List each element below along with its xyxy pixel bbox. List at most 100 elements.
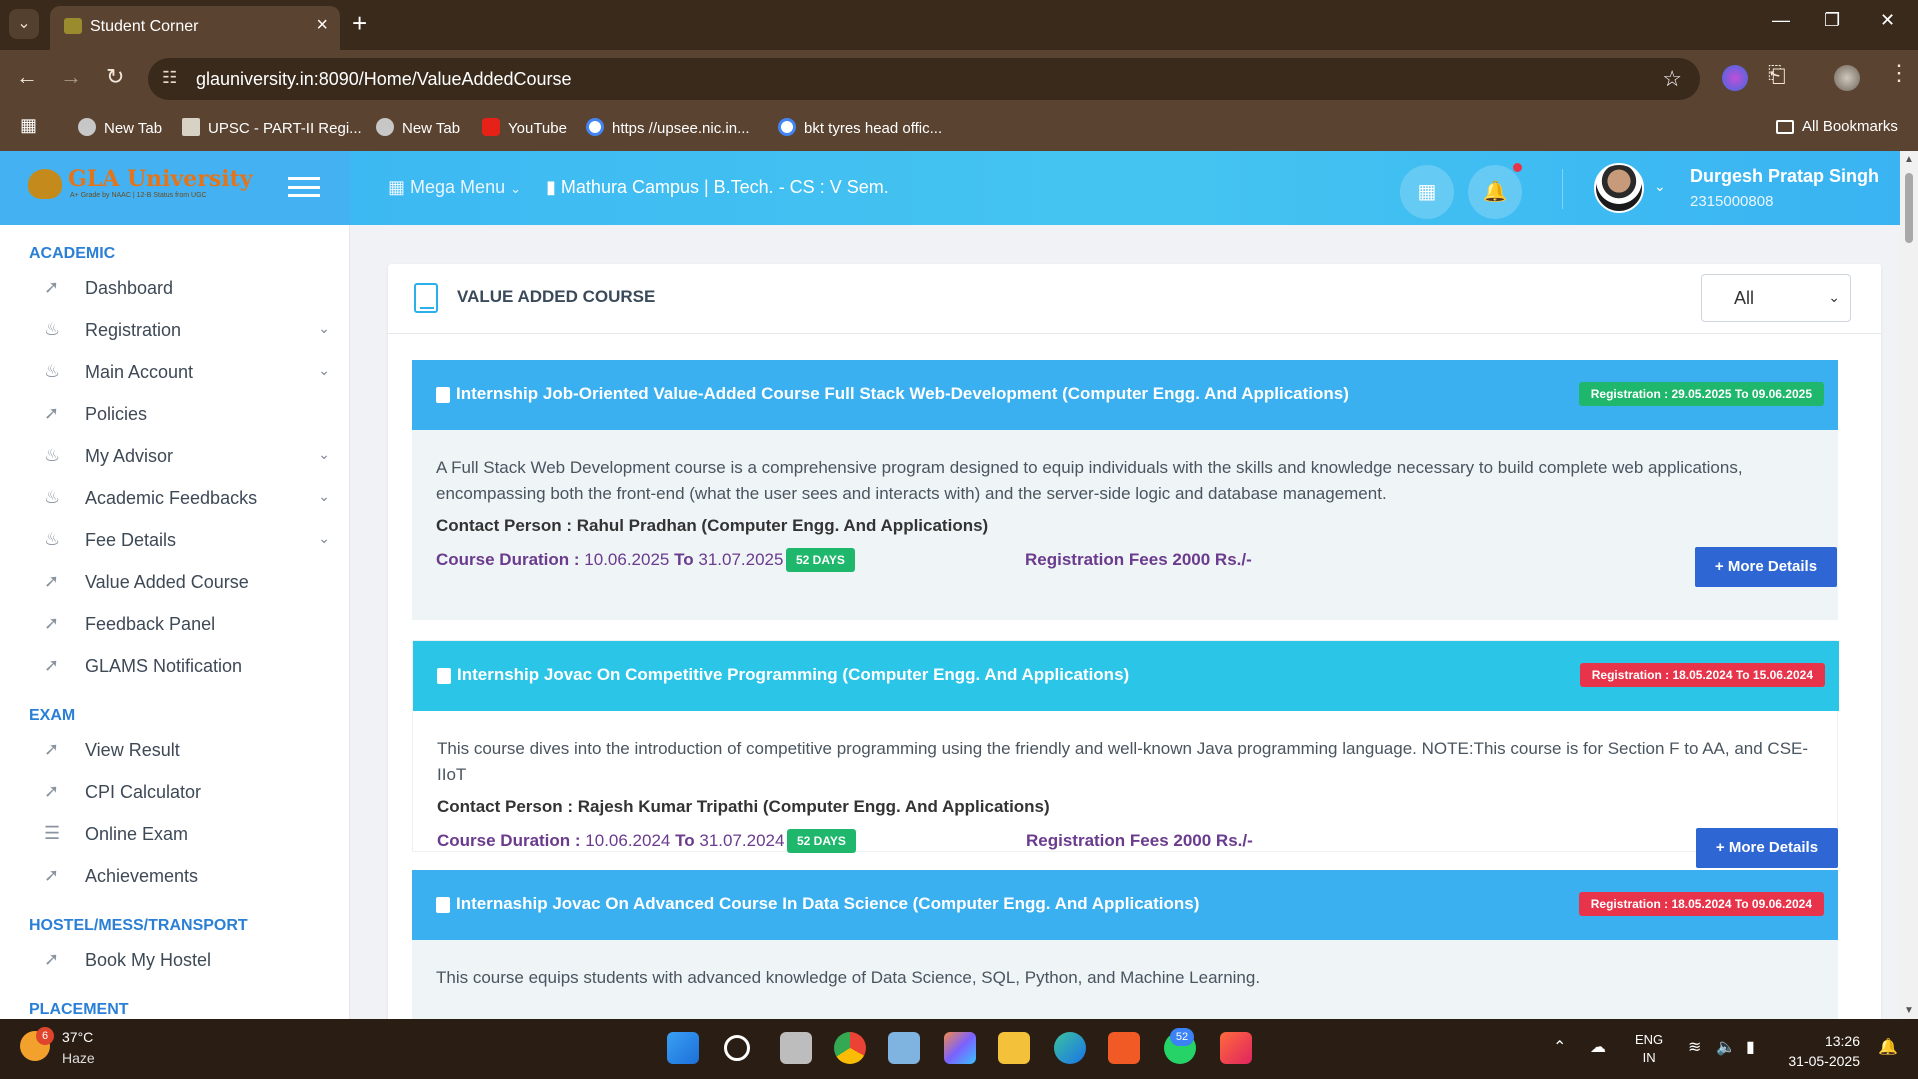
sidebar-item-label: My Advisor [85, 446, 174, 466]
more-details-button[interactable]: + More Details [1695, 547, 1837, 587]
notification-icon[interactable]: 🔔 [1878, 1037, 1898, 1057]
header-divider [1562, 169, 1563, 209]
app-icon[interactable] [1220, 1032, 1252, 1064]
scroll-down-arrow-icon[interactable]: ▼ [1904, 1005, 1914, 1016]
chevron-up-icon[interactable]: ⌃ [1553, 1037, 1566, 1057]
sidebar-item-main-account[interactable]: ♨ Main Account ⌄ [44, 358, 330, 388]
edge-icon[interactable] [1054, 1032, 1086, 1064]
wifi-icon[interactable]: ≋ [1688, 1037, 1701, 1057]
google-icon [778, 118, 796, 136]
bookmark-upsc[interactable]: UPSC - PART-II Regi... [182, 118, 362, 137]
forward-icon[interactable]: → [60, 64, 82, 90]
battery-icon[interactable]: ▮ [1746, 1037, 1755, 1057]
chevron-down-icon: ⌄ [510, 181, 522, 196]
duration-row: Course Duration : 10.06.2025 To 31.07.20… [436, 547, 1837, 587]
logo-text[interactable]: GLA University [68, 166, 253, 192]
sidebar-item-label: Main Account [85, 362, 194, 382]
bookmark-new-tab-2[interactable]: New Tab [376, 118, 460, 137]
page-scrollbar[interactable]: ▲ ▼ [1900, 151, 1918, 1019]
bookmark-new-tab-1[interactable]: New Tab [78, 118, 162, 137]
sidebar-item-label: Online Exam [85, 824, 189, 844]
file-explorer-icon[interactable] [998, 1032, 1030, 1064]
bookmark-youtube[interactable]: YouTube [482, 118, 567, 137]
browser-menu-icon[interactable]: ⋮ [1888, 60, 1910, 86]
reload-icon[interactable]: ↻ [106, 64, 124, 90]
url-text: glauniversity.in:8090/Home/ValueAddedCou… [196, 69, 572, 89]
course-title: Internship Job-Oriented Value-Added Cour… [456, 384, 1349, 403]
extension-icon[interactable] [1722, 65, 1748, 91]
sidebar-item-cpi-calculator[interactable]: ➚ CPI Calculator [44, 778, 314, 808]
chevron-down-icon: ⌄ [1828, 289, 1840, 305]
tab-close-icon[interactable]: × [316, 14, 328, 37]
document-icon [436, 387, 450, 403]
all-bookmarks[interactable]: All Bookmarks [1776, 118, 1898, 135]
browser-tab-active[interactable]: Student Corner × [50, 6, 340, 50]
copilot-icon[interactable] [944, 1032, 976, 1064]
sidebar-item-achievements[interactable]: ➚ Achievements [44, 862, 314, 892]
apps-grid-icon[interactable]: ▦ [20, 115, 37, 136]
weather-temperature: 37°C [62, 1029, 94, 1045]
notification-bell-icon[interactable]: 🔔 [1468, 165, 1522, 219]
task-view-icon[interactable] [780, 1032, 812, 1064]
site-info-icon[interactable]: ☷ [162, 68, 177, 88]
sidebar-item-dashboard[interactable]: ➚ Dashboard [44, 274, 314, 304]
chart-line-icon: ➚ [44, 571, 60, 591]
youtube-icon [482, 118, 500, 136]
chrome-icon[interactable] [834, 1032, 866, 1064]
chevron-down-icon: ⌄ [318, 320, 330, 336]
tab-search-button[interactable]: ⌄ [9, 9, 39, 39]
brave-icon[interactable] [1108, 1032, 1140, 1064]
mega-menu[interactable]: ▦ Mega Menu ⌄ [388, 177, 521, 198]
clock-date: 31-05-2025 [1788, 1053, 1860, 1069]
sidebar-item-registration[interactable]: ♨ Registration ⌄ [44, 316, 330, 346]
store-icon[interactable] [888, 1032, 920, 1064]
rocket-icon: ♨ [44, 361, 61, 381]
sidebar-item-feedback-panel[interactable]: ➚ Feedback Panel [44, 610, 314, 640]
emblem-icon [182, 118, 200, 136]
sidebar-item-policies[interactable]: ➚ Policies [44, 400, 314, 430]
mega-menu-label: Mega Menu [410, 177, 506, 197]
scroll-up-arrow-icon[interactable]: ▲ [1904, 154, 1914, 165]
filter-selected-value: All [1734, 288, 1755, 308]
bookmark-bkt[interactable]: bkt tyres head offic... [778, 118, 942, 137]
apps-grid-button[interactable]: ▦ [1400, 165, 1454, 219]
profile-avatar-icon[interactable] [1834, 65, 1860, 91]
sidebar-item-value-added-course[interactable]: ➚ Value Added Course [44, 568, 314, 598]
clock[interactable]: 13:26 31-05-2025 [1786, 1031, 1860, 1071]
page-title: VALUE ADDED COURSE [457, 287, 656, 306]
address-bar[interactable]: ☷ glauniversity.in:8090/Home/ValueAddedC… [148, 58, 1700, 100]
course-card: Internship Jovac On Competitive Programm… [412, 640, 1839, 868]
sidebar-item-fee-details[interactable]: ♨ Fee Details ⌄ [44, 526, 330, 556]
extensions-puzzle-icon[interactable]: ⎗ [1768, 62, 1786, 88]
search-icon[interactable] [724, 1035, 750, 1061]
onedrive-cloud-icon[interactable]: ☁ [1590, 1037, 1606, 1057]
course-header: Internaship Jovac On Advanced Course In … [412, 870, 1838, 940]
course-filter-select[interactable]: All ⌄ [1701, 274, 1851, 322]
duration-row: Course Duration : 10.06.2024 To 31.07.20… [437, 828, 1838, 868]
user-avatar[interactable] [1594, 163, 1644, 213]
sidebar-item-view-result[interactable]: ➚ View Result [44, 736, 314, 766]
chevron-down-icon[interactable]: ⌄ [1654, 178, 1666, 195]
hamburger-menu-icon[interactable] [288, 177, 320, 197]
back-icon[interactable]: ← [16, 64, 38, 90]
sidebar-item-book-my-hostel[interactable]: ➚ Book My Hostel [44, 946, 314, 976]
bookmark-upsee[interactable]: https //upsee.nic.in... [586, 118, 750, 137]
language-indicator[interactable]: ENG IN [1635, 1031, 1663, 1067]
more-details-label: More Details [1728, 839, 1819, 856]
restore-icon[interactable]: ❐ [1824, 10, 1840, 31]
more-details-button[interactable]: + More Details [1696, 828, 1838, 868]
sidebar-item-label: Feedback Panel [85, 614, 216, 634]
registration-badge: Registration : 29.05.2025 To 09.06.2025 [1578, 382, 1824, 406]
sidebar-item-academic-feedbacks[interactable]: ♨ Academic Feedbacks ⌄ [44, 484, 330, 514]
sidebar-item-glams-notification[interactable]: ➚ GLAMS Notification [44, 652, 314, 682]
windows-start-icon[interactable] [667, 1032, 699, 1064]
sidebar-item-my-advisor[interactable]: ♨ My Advisor ⌄ [44, 442, 330, 472]
new-tab-button[interactable]: + [352, 8, 367, 39]
scrollbar-thumb[interactable] [1905, 173, 1913, 243]
bookmark-star-icon[interactable]: ☆ [1662, 66, 1682, 92]
chart-line-icon: ➚ [44, 949, 60, 969]
minimize-icon[interactable]: — [1772, 10, 1790, 31]
sidebar-item-online-exam[interactable]: ☰ Online Exam [44, 820, 314, 850]
window-close-icon[interactable]: ✕ [1880, 10, 1895, 31]
volume-icon[interactable]: 🔈 [1716, 1037, 1736, 1057]
